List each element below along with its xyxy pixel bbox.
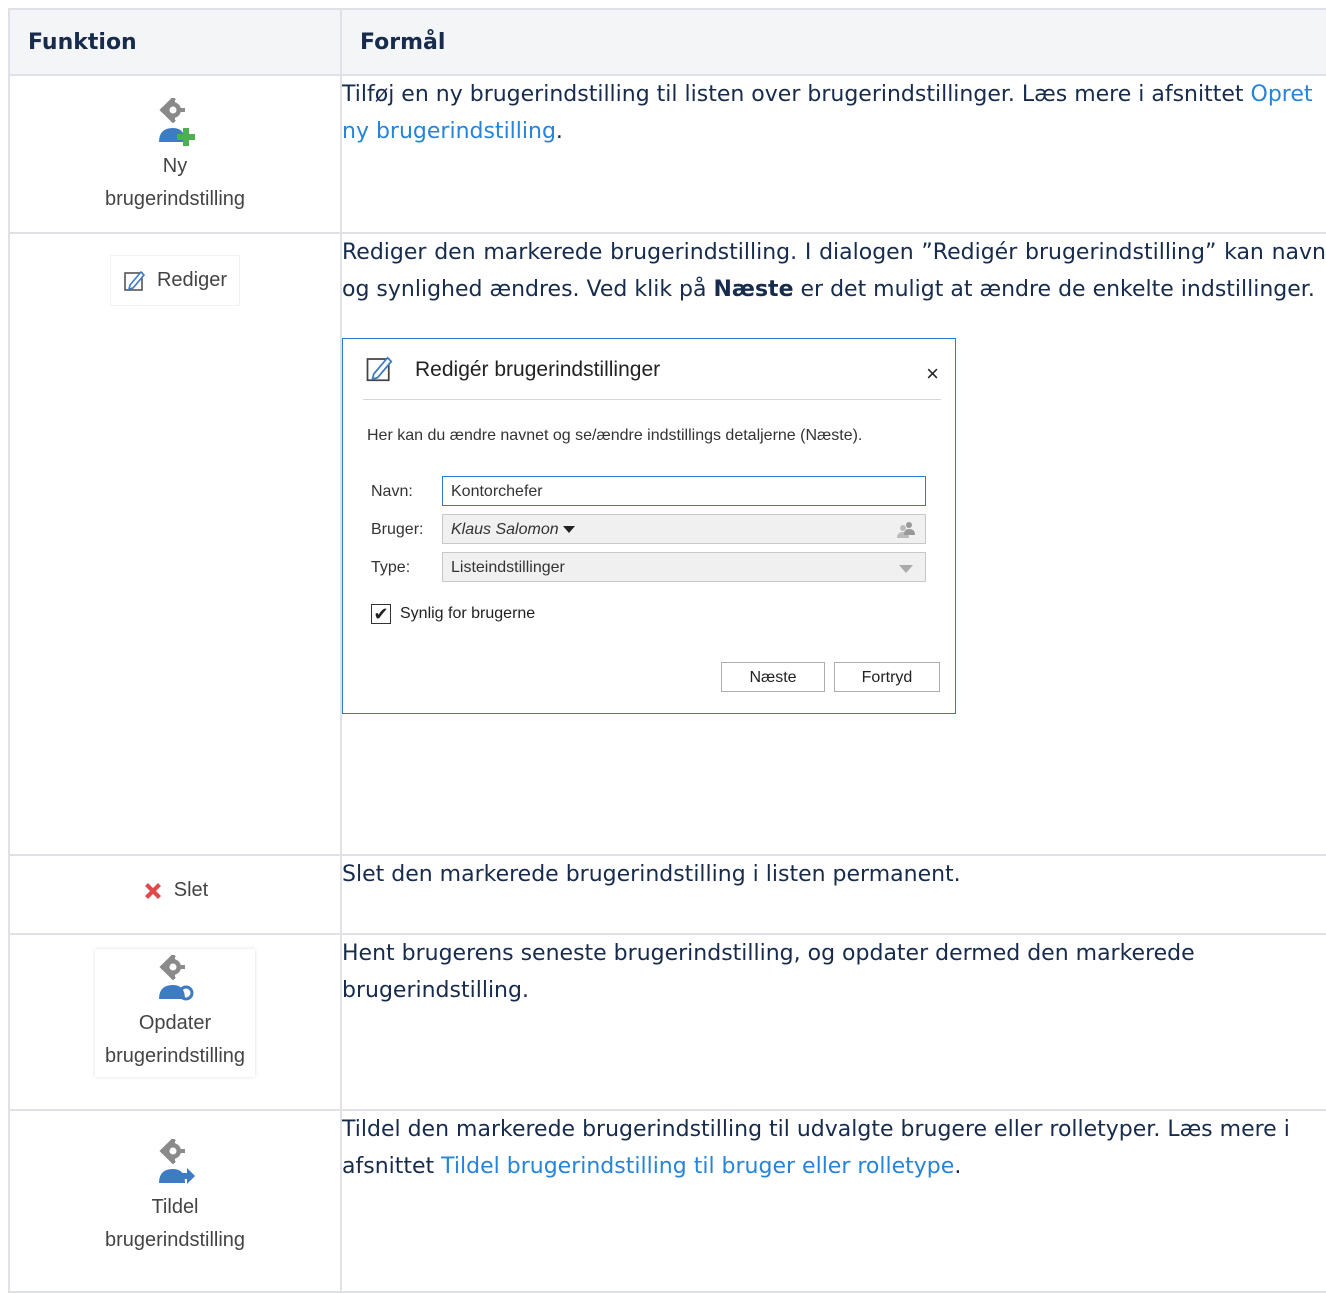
purpose-cell: Rediger den markerede brugerindstilling.… [340, 232, 1326, 856]
header-function: Funktion [8, 8, 342, 76]
edit-icon [124, 270, 146, 291]
description-text: Slet den markerede brugerindstilling i l… [342, 862, 961, 887]
visible-checkbox[interactable]: ✔ [371, 603, 391, 624]
cancel-button[interactable]: Fortryd [834, 662, 940, 692]
chevron-down-icon [899, 565, 913, 573]
user-picker-icon[interactable] [895, 520, 917, 540]
button-label-line1: Ny [162, 155, 188, 177]
name-value: Kontorchefer [451, 482, 543, 500]
user-row: Bruger: Klaus Salomon [371, 514, 926, 544]
table-row: Ny brugerindstilling Tilføj en ny bruger… [8, 74, 1326, 234]
purpose-cell: Hent brugerens seneste brugerindstilling… [340, 933, 1326, 1111]
gear-user-assign-icon [158, 1139, 195, 1184]
new-user-setting-button[interactable]: Ny brugerindstilling [105, 98, 245, 216]
button-label-line1: Opdater [138, 1012, 212, 1034]
gear-user-add-icon [158, 98, 195, 146]
name-row: Navn: Kontorchefer [371, 476, 926, 506]
type-label: Type: [371, 558, 411, 576]
button-label-line1: Tildel [151, 1196, 199, 1218]
description-end: er det muligt at ændre de enkelte indsti… [793, 277, 1315, 302]
dialog-intro: Her kan du ændre navnet og se/ændre inds… [367, 427, 863, 444]
button-label-line2: brugerindstilling [104, 1229, 246, 1251]
table-header-row: Funktion Formål [8, 8, 1326, 76]
user-dropdown-icon[interactable] [562, 525, 575, 533]
user-field[interactable]: Klaus Salomon [442, 514, 926, 544]
function-table: Funktion Formål Ny brugerindstilling Til… [8, 8, 1326, 1293]
table-row: Slet Slet den markerede brugerindstillin… [8, 854, 1326, 935]
table-row: Rediger Rediger den markerede brugerinds… [8, 232, 1326, 856]
function-cell: Slet [8, 854, 342, 935]
table-row: Tildel brugerindstilling Tildel den mark… [8, 1109, 1326, 1293]
header-purpose: Formål [340, 8, 1326, 76]
link-assign-user-setting[interactable]: Tildel brugerindstilling til bruger elle… [441, 1154, 954, 1179]
checkbox-label: Synlig for brugerne [400, 605, 536, 622]
name-label: Navn: [371, 482, 413, 500]
delete-button[interactable]: Slet [142, 874, 208, 907]
gear-user-refresh-icon [158, 955, 194, 1001]
function-cell: Opdater brugerindstilling [8, 933, 342, 1111]
button-label-line2: brugerindstilling [104, 1045, 246, 1067]
purpose-cell: Tilføj en ny brugerindstilling til liste… [340, 74, 1326, 234]
button-label-line2: brugerindstilling [104, 188, 246, 210]
function-cell: Rediger [8, 232, 342, 856]
function-cell: Ny brugerindstilling [8, 74, 342, 234]
delete-icon [144, 882, 161, 899]
type-select[interactable]: Listeindstillinger [442, 552, 926, 582]
table-row: Opdater brugerindstilling Hent brugerens… [8, 933, 1326, 1111]
user-value: Klaus Salomon [451, 520, 559, 538]
description-end: . [555, 119, 563, 144]
name-field[interactable]: Kontorchefer [442, 476, 926, 506]
description-text: Hent brugerens seneste brugerindstilling… [342, 941, 1195, 1003]
purpose-cell: Tildel den markerede brugerindstilling t… [340, 1109, 1326, 1293]
function-cell: Tildel brugerindstilling [8, 1109, 342, 1293]
user-label: Bruger: [371, 520, 424, 538]
description-end: . [954, 1154, 962, 1179]
type-value: Listeindstillinger [451, 558, 565, 576]
dialog-title: Redigér brugerindstillinger [415, 357, 661, 381]
update-user-setting-button[interactable]: Opdater brugerindstilling [94, 949, 256, 1077]
description-text: Tilføj en ny brugerindstilling til liste… [342, 82, 1251, 107]
assign-user-setting-button[interactable]: Tildel brugerindstilling [105, 1139, 245, 1257]
button-label: Slet [173, 879, 209, 901]
divider [363, 399, 941, 400]
next-button[interactable]: Næste [721, 662, 825, 692]
edit-icon [366, 356, 393, 382]
edit-user-settings-dialog: Redigér brugerindstillinger × Her kan du… [342, 338, 956, 714]
purpose-cell: Slet den markerede brugerindstilling i l… [340, 854, 1326, 935]
dialog-title-bar: Redigér brugerindstillinger [365, 353, 660, 385]
description-bold: Næste [713, 277, 794, 302]
visible-checkbox-row[interactable]: ✔ Synlig for brugerne [371, 595, 535, 632]
type-row: Type: Listeindstillinger [371, 552, 926, 582]
edit-button[interactable]: Rediger [111, 256, 239, 305]
close-icon[interactable]: × [926, 355, 939, 392]
button-label: Rediger [156, 269, 228, 291]
